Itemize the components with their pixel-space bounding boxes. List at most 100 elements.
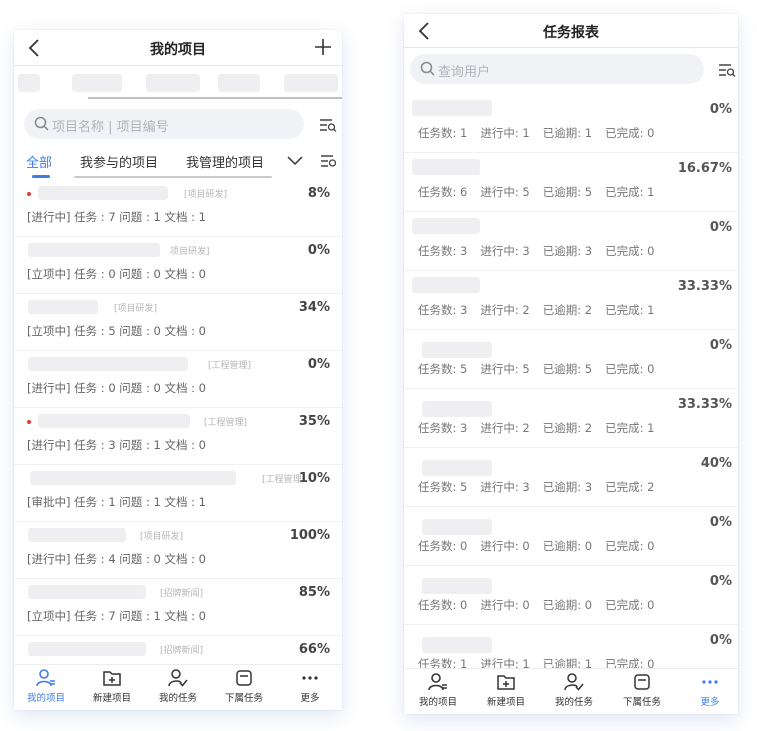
project-progress: 0% xyxy=(307,357,330,372)
user-list-icon xyxy=(36,669,55,687)
bottom-tabbar: 我的项目 新建项目 我的任务 下属任务 更多 xyxy=(14,664,342,710)
list-item[interactable]: 0% 任务数: 0 进行中: 0 已逾期: 0 已完成: 0 xyxy=(404,566,738,625)
task-stats: 任务数: 3 进行中: 3 已逾期: 3 已完成: 0 xyxy=(418,243,667,259)
project-meta: [立项中] 任务 : 0 问题 : 0 文档 : 0 xyxy=(27,267,206,281)
list-item[interactable]: 16.67% 任务数: 6 进行中: 5 已逾期: 5 已完成: 1 xyxy=(404,153,738,212)
folder-plus-icon xyxy=(497,675,515,690)
done-count: 已完成: 0 xyxy=(605,126,655,140)
blurred-name xyxy=(422,342,492,358)
tabbar-more[interactable]: 更多 xyxy=(280,668,340,704)
list-item[interactable]: [项目研发] 34% [立项中] 任务 : 5 问题 : 0 文档 : 0 xyxy=(14,294,342,351)
blurred-name xyxy=(28,528,126,542)
unread-dot xyxy=(27,420,31,424)
project-tag: [项目研发] xyxy=(114,304,158,314)
tabbar-my-tasks[interactable]: 我的任务 xyxy=(148,668,208,704)
tabbar-label: 更多 xyxy=(700,697,720,708)
blurred-name xyxy=(412,159,480,175)
task-report-screen: 任务报表 查询用户 0% 任务数: 1 进行中: 1 已逾期: 1 已完成: 0 16… xyxy=(404,14,738,714)
project-meta: [审批中] 任务 : 1 问题 : 1 文档 : 1 xyxy=(27,495,206,509)
list-item[interactable]: [工程管理] 35% [进行中] 任务 : 3 问题 : 1 文档 : 0 xyxy=(14,408,342,465)
blurred-name xyxy=(38,414,190,428)
task-count: 任务数: 6 xyxy=(418,185,468,199)
tray-icon xyxy=(236,670,252,686)
project-progress: 66% xyxy=(298,642,330,657)
blurred-name xyxy=(422,460,492,476)
blurred-strip xyxy=(18,74,40,92)
filter-icon[interactable] xyxy=(320,154,338,168)
blurred-name xyxy=(38,186,168,200)
completion-rate: 33.33% xyxy=(677,397,732,412)
tab-managing[interactable]: 我管理的项目 xyxy=(186,152,264,171)
filter-icon[interactable] xyxy=(718,63,736,77)
overdue-count: 已逾期: 2 xyxy=(542,421,593,435)
tabbar-subordinate-tasks[interactable]: 下属任务 xyxy=(612,672,672,708)
blurred-name xyxy=(412,218,480,234)
completion-rate: 0% xyxy=(709,633,732,648)
completion-rate: 0% xyxy=(709,515,732,530)
tabbar-label: 下属任务 xyxy=(224,693,263,704)
navbar: 我的项目 xyxy=(14,30,342,66)
tabs-scroll-track xyxy=(74,176,272,178)
task-count: 任务数: 3 xyxy=(418,421,468,435)
list-item[interactable]: 40% 任务数: 5 进行中: 3 已逾期: 3 已完成: 2 xyxy=(404,448,738,507)
project-meta: [进行中] 任务 : 7 问题 : 1 文档 : 1 xyxy=(27,210,206,224)
tabbar-new-project[interactable]: 新建项目 xyxy=(476,672,536,708)
chevron-down-icon[interactable] xyxy=(287,156,303,166)
blurred-strip xyxy=(72,74,122,92)
overdue-count: 已逾期: 0 xyxy=(542,598,593,612)
filter-icon[interactable] xyxy=(319,118,337,132)
list-item[interactable]: 33.33% 任务数: 3 进行中: 2 已逾期: 2 已完成: 1 xyxy=(404,389,738,448)
completion-rate: 0% xyxy=(709,574,732,589)
plus-icon[interactable] xyxy=(312,36,334,58)
overdue-count: 已逾期: 2 xyxy=(542,303,593,317)
more-icon xyxy=(702,680,718,684)
task-stats: 任务数: 3 进行中: 2 已逾期: 2 已完成: 1 xyxy=(418,302,667,318)
blurred-name xyxy=(28,357,188,371)
user-check-icon xyxy=(168,669,188,687)
list-item[interactable]: [项目研发] 100% [进行中] 任务 : 4 问题 : 0 文档 : 0 xyxy=(14,522,342,579)
tabbar-label: 我的任务 xyxy=(554,697,593,708)
list-item[interactable]: [项目研发] 8% [进行中] 任务 : 7 问题 : 1 文档 : 1 xyxy=(14,180,342,237)
blurred-strip xyxy=(146,74,200,92)
blurred-name xyxy=(422,637,492,653)
list-item[interactable]: [工程管理] 0% [进行中] 任务 : 0 问题 : 0 文档 : 0 xyxy=(14,351,342,408)
project-tag: [招牌新闻] xyxy=(160,589,204,599)
task-stats: 任务数: 6 进行中: 5 已逾期: 5 已完成: 1 xyxy=(418,184,667,200)
done-count: 已完成: 1 xyxy=(605,421,655,435)
active-tab-indicator xyxy=(32,175,50,178)
project-tabs: 全部 我参与的项目 我管理的项目 xyxy=(14,148,342,178)
task-stats: 任务数: 5 进行中: 3 已逾期: 3 已完成: 2 xyxy=(418,479,667,495)
project-meta: [立项中] 任务 : 5 问题 : 0 文档 : 0 xyxy=(27,324,206,338)
list-item[interactable]: 0% 任务数: 1 进行中: 1 已逾期: 1 已完成: 0 xyxy=(404,94,738,153)
blurred-name xyxy=(412,100,492,116)
tab-participating[interactable]: 我参与的项目 xyxy=(80,152,158,171)
blurred-name xyxy=(28,585,146,599)
list-item[interactable]: 33.33% 任务数: 3 进行中: 2 已逾期: 2 已完成: 1 xyxy=(404,271,738,330)
list-item[interactable]: [工程管理] 10% [审批中] 任务 : 1 问题 : 1 文档 : 1 xyxy=(14,465,342,522)
tabbar-new-project[interactable]: 新建项目 xyxy=(82,668,142,704)
in-progress-count: 进行中: 1 xyxy=(480,126,530,140)
blurred-strip xyxy=(218,74,260,92)
list-item[interactable]: [招牌新闻] 85% [立项中] 任务 : 7 问题 : 1 文档 : 0 xyxy=(14,579,342,636)
tabbar-my-tasks[interactable]: 我的任务 xyxy=(544,672,604,708)
user-check-icon xyxy=(564,673,584,691)
project-meta: [进行中] 任务 : 0 问题 : 0 文档 : 0 xyxy=(27,381,206,395)
project-tag: [工程管理] xyxy=(262,475,302,485)
task-count: 任务数: 3 xyxy=(418,303,468,317)
list-item[interactable]: 0% 任务数: 3 进行中: 3 已逾期: 3 已完成: 0 xyxy=(404,212,738,271)
list-item[interactable]: 0% 任务数: 5 进行中: 5 已逾期: 5 已完成: 0 xyxy=(404,330,738,389)
page-title: 任务报表 xyxy=(543,25,599,41)
search-input[interactable]: 项目名称 | 项目编号 xyxy=(24,109,304,139)
search-input[interactable]: 查询用户 xyxy=(410,54,704,84)
tab-all[interactable]: 全部 xyxy=(26,152,52,171)
list-item[interactable]: 项目研发] 0% [立项中] 任务 : 0 问题 : 0 文档 : 0 xyxy=(14,237,342,294)
tabbar-my-projects[interactable]: 我的项目 xyxy=(408,672,468,708)
tabbar-subordinate-tasks[interactable]: 下属任务 xyxy=(214,668,274,704)
overdue-count: 已逾期: 1 xyxy=(542,126,593,140)
tabbar-label: 我的项目 xyxy=(418,697,457,708)
tabbar-more[interactable]: 更多 xyxy=(680,672,738,708)
tabbar-my-projects[interactable]: 我的项目 xyxy=(16,668,76,704)
completion-rate: 40% xyxy=(700,456,732,471)
list-item[interactable]: 0% 任务数: 0 进行中: 0 已逾期: 0 已完成: 0 xyxy=(404,507,738,566)
project-meta: [进行中] 任务 : 4 问题 : 0 文档 : 0 xyxy=(27,552,206,566)
